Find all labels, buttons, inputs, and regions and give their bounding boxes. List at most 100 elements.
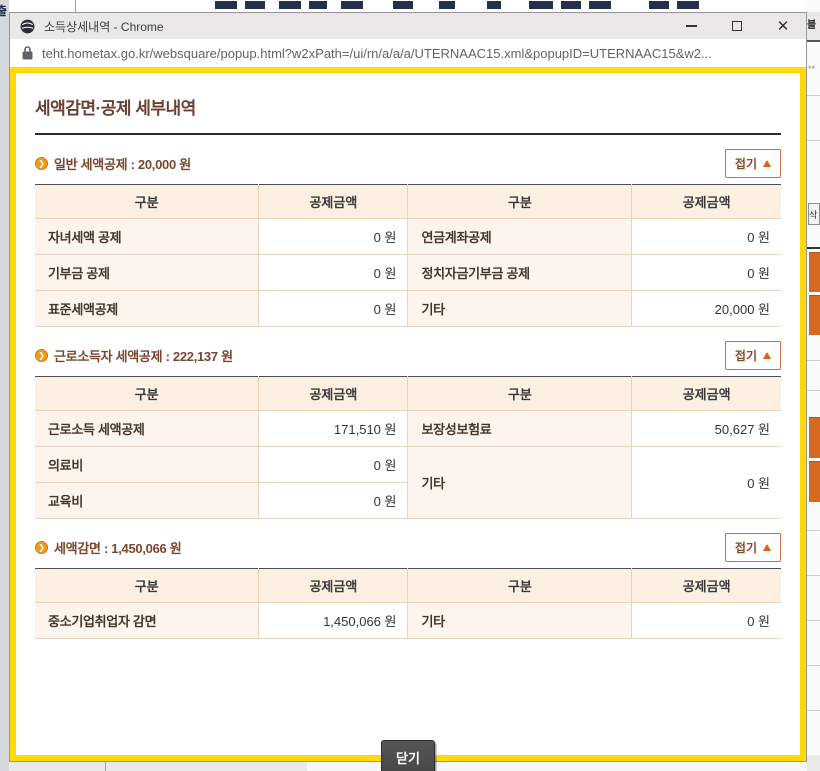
column-header: 구분 <box>35 185 259 219</box>
background-row-line <box>807 710 820 711</box>
amount-cell: 20,000 원 <box>632 291 781 327</box>
background-text-fragment <box>439 1 455 9</box>
background-cropped-text: 출 <box>0 2 7 19</box>
background-row-line <box>807 390 820 391</box>
row-label-cell: 기타 <box>408 447 632 519</box>
background-row-line <box>807 575 820 576</box>
column-header: 공제금액 <box>632 185 781 219</box>
background-orange-button <box>809 417 820 458</box>
table-row: 근로소득 세액공제171,510 원보장성보험료50,627 원 <box>35 411 781 447</box>
section-heading: ❯ 일반 세액공제 : 20,000 원 <box>35 154 191 173</box>
amount-cell: 171,510 원 <box>259 411 408 447</box>
column-header: 공제금액 <box>259 377 408 411</box>
background-text-fragment <box>279 1 301 9</box>
column-header: 구분 <box>408 569 632 603</box>
section-bullet-icon: ❯ <box>35 349 48 362</box>
background-text-fragment <box>589 1 611 9</box>
amount-cell: 0 원 <box>632 603 781 639</box>
row-label-cell: 기타 <box>408 291 632 327</box>
row-label-cell: 근로소득 세액공제 <box>35 411 259 447</box>
row-label-cell: 표준세액공제 <box>35 291 259 327</box>
row-label-cell: 보장성보험료 <box>408 411 632 447</box>
background-row-line <box>807 530 820 531</box>
background-row-line <box>807 140 820 141</box>
address-bar[interactable]: teht.hometax.go.kr/websquare/popup.html?… <box>10 39 806 67</box>
amount-cell: 0 원 <box>259 255 408 291</box>
page-url: teht.hometax.go.kr/websquare/popup.html?… <box>42 46 712 61</box>
amount-cell: 50,627 원 <box>632 411 781 447</box>
background-orange-button <box>809 461 820 502</box>
row-label-cell: 기부금 공제 <box>35 255 259 291</box>
row-label-cell: 정치자금기부금 공제 <box>408 255 632 291</box>
background-text-fragment <box>487 1 501 9</box>
background-cropped-text: 블 <box>807 12 820 40</box>
amount-cell: 1,450,066 원 <box>259 603 408 639</box>
background-divider <box>807 247 820 249</box>
row-label-cell: 중소기업취업자 감면 <box>35 603 259 639</box>
background-text-fragment <box>561 1 581 9</box>
row-label-cell: 자녀세액 공제 <box>35 219 259 255</box>
collapse-button[interactable]: 접기 <box>725 533 781 562</box>
amount-cell: 0 원 <box>632 219 781 255</box>
maximize-icon <box>732 21 742 31</box>
section-heading-text: 세액감면 : 1,450,066 원 <box>54 538 181 557</box>
table-row: 표준세액공제0 원기타20,000 원 <box>35 291 781 327</box>
row-label-cell: 교육비 <box>35 483 259 519</box>
section-heading-text: 근로소득자 세액공제 : 222,137 원 <box>54 346 233 365</box>
window-close-button[interactable]: ✕ <box>760 13 806 39</box>
table-row: 자녀세액 공제0 원연금계좌공제0 원 <box>35 219 781 255</box>
background-bottom-band <box>807 755 820 771</box>
triangle-up-icon <box>763 544 771 551</box>
column-header: 구분 <box>408 185 632 219</box>
amount-cell: 0 원 <box>259 483 408 519</box>
background-divider <box>807 40 820 42</box>
background-text-fragment <box>309 1 327 9</box>
column-header: 구분 <box>35 377 259 411</box>
background-page-left-edge: 출 <box>0 0 9 771</box>
section-bullet-icon: ❯ <box>35 157 48 170</box>
collapse-button[interactable]: 접기 <box>725 341 781 370</box>
lock-icon <box>22 46 33 60</box>
amount-cell: 0 원 <box>259 291 408 327</box>
window-controls: ✕ <box>668 13 806 39</box>
section-earned-income-tax-credit: ❯ 근로소득자 세액공제 : 222,137 원 접기 구분공제금액구분공제금액… <box>35 342 781 519</box>
minimize-icon <box>686 25 697 27</box>
background-page-top-edge <box>9 0 807 12</box>
table-row: 의료비0 원기타0 원 <box>35 447 781 483</box>
background-row-line <box>807 665 820 666</box>
title-divider <box>35 133 781 135</box>
maximize-button[interactable] <box>714 13 760 39</box>
popup-content: 세액감면·공제 세부내역 ❯ 일반 세액공제 : 20,000 원 접기 구분공… <box>10 67 806 761</box>
deduction-table: 구분공제금액구분공제금액중소기업취업자 감면1,450,066 원기타0 원 <box>35 568 781 639</box>
background-text-fragment <box>649 1 669 9</box>
chrome-popup-window: 소득상세내역 - Chrome ✕ teht.hometax.go.kr/web… <box>9 12 807 762</box>
background-text-fragment <box>529 1 553 9</box>
background-text-fragment <box>245 1 265 9</box>
table-row: 중소기업취업자 감면1,450,066 원기타0 원 <box>35 603 781 639</box>
background-orange-button <box>809 252 820 292</box>
background-text-fragment <box>341 1 363 9</box>
section-heading: ❯ 근로소득자 세액공제 : 222,137 원 <box>35 346 233 365</box>
triangle-up-icon <box>763 160 771 167</box>
section-tax-reduction: ❯ 세액감면 : 1,450,066 원 접기 구분공제금액구분공제금액중소기업… <box>35 534 781 639</box>
section-heading: ❯ 세액감면 : 1,450,066 원 <box>35 538 181 557</box>
background-masked-text: ** <box>808 64 815 74</box>
minimize-button[interactable] <box>668 13 714 39</box>
site-favicon-icon <box>20 19 35 34</box>
amount-cell: 0 원 <box>259 447 408 483</box>
collapse-button[interactable]: 접기 <box>725 149 781 178</box>
row-label-cell: 기타 <box>408 603 632 639</box>
collapse-button-label: 접기 <box>735 155 757 172</box>
column-header: 구분 <box>408 377 632 411</box>
background-page-right-edge: 블 ** 삭 <box>807 0 820 771</box>
section-general-tax-credit: ❯ 일반 세액공제 : 20,000 원 접기 구분공제금액구분공제금액자녀세액… <box>35 150 781 327</box>
background-divider <box>75 0 76 12</box>
amount-cell: 0 원 <box>632 255 781 291</box>
column-header: 공제금액 <box>259 569 408 603</box>
amount-cell: 0 원 <box>632 447 781 519</box>
background-row-line <box>807 95 820 96</box>
background-small-button: 삭 <box>808 203 820 225</box>
background-text-fragment <box>677 1 699 9</box>
column-header: 공제금액 <box>259 185 408 219</box>
close-button[interactable]: 닫기 <box>381 740 435 771</box>
